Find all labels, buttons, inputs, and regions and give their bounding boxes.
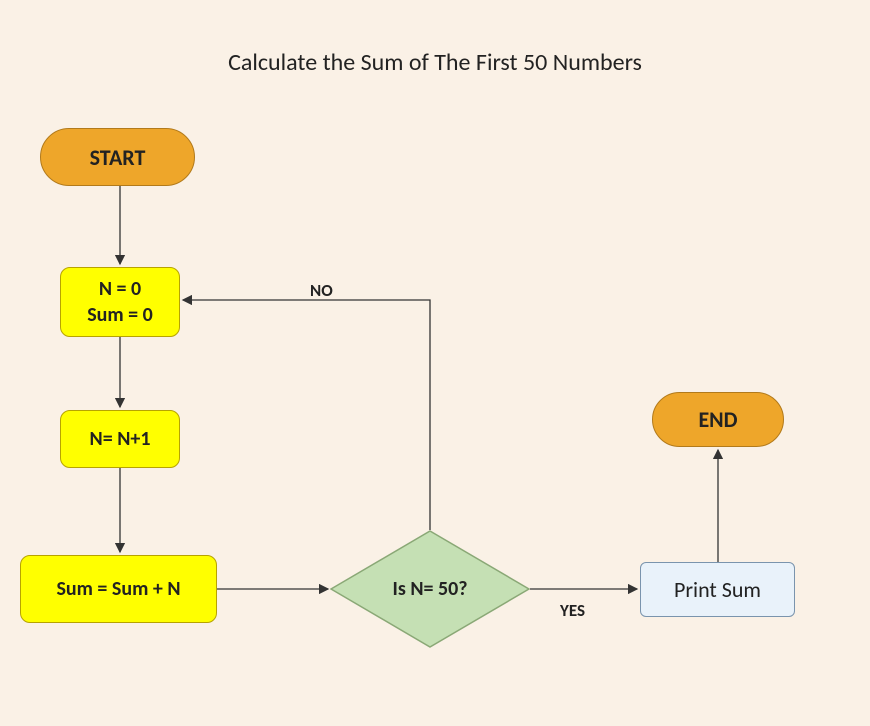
start-node: START — [40, 128, 195, 186]
decision-text: Is N= 50? — [330, 530, 530, 648]
sum-process-node: Sum = Sum + N — [20, 555, 217, 623]
init-line1: N = 0 — [99, 276, 141, 302]
yes-label: YES — [560, 600, 585, 621]
end-node: END — [652, 392, 784, 447]
init-line2: Sum = 0 — [87, 302, 153, 328]
decision-node: Is N= 50? — [330, 530, 530, 648]
no-label: NO — [310, 280, 333, 301]
diagram-title: Calculate the Sum of The First 50 Number… — [0, 48, 870, 77]
init-process-node: N = 0 Sum = 0 — [60, 267, 180, 337]
increment-process-node: N= N+1 — [60, 410, 180, 468]
print-output-node: Print Sum — [640, 562, 795, 617]
